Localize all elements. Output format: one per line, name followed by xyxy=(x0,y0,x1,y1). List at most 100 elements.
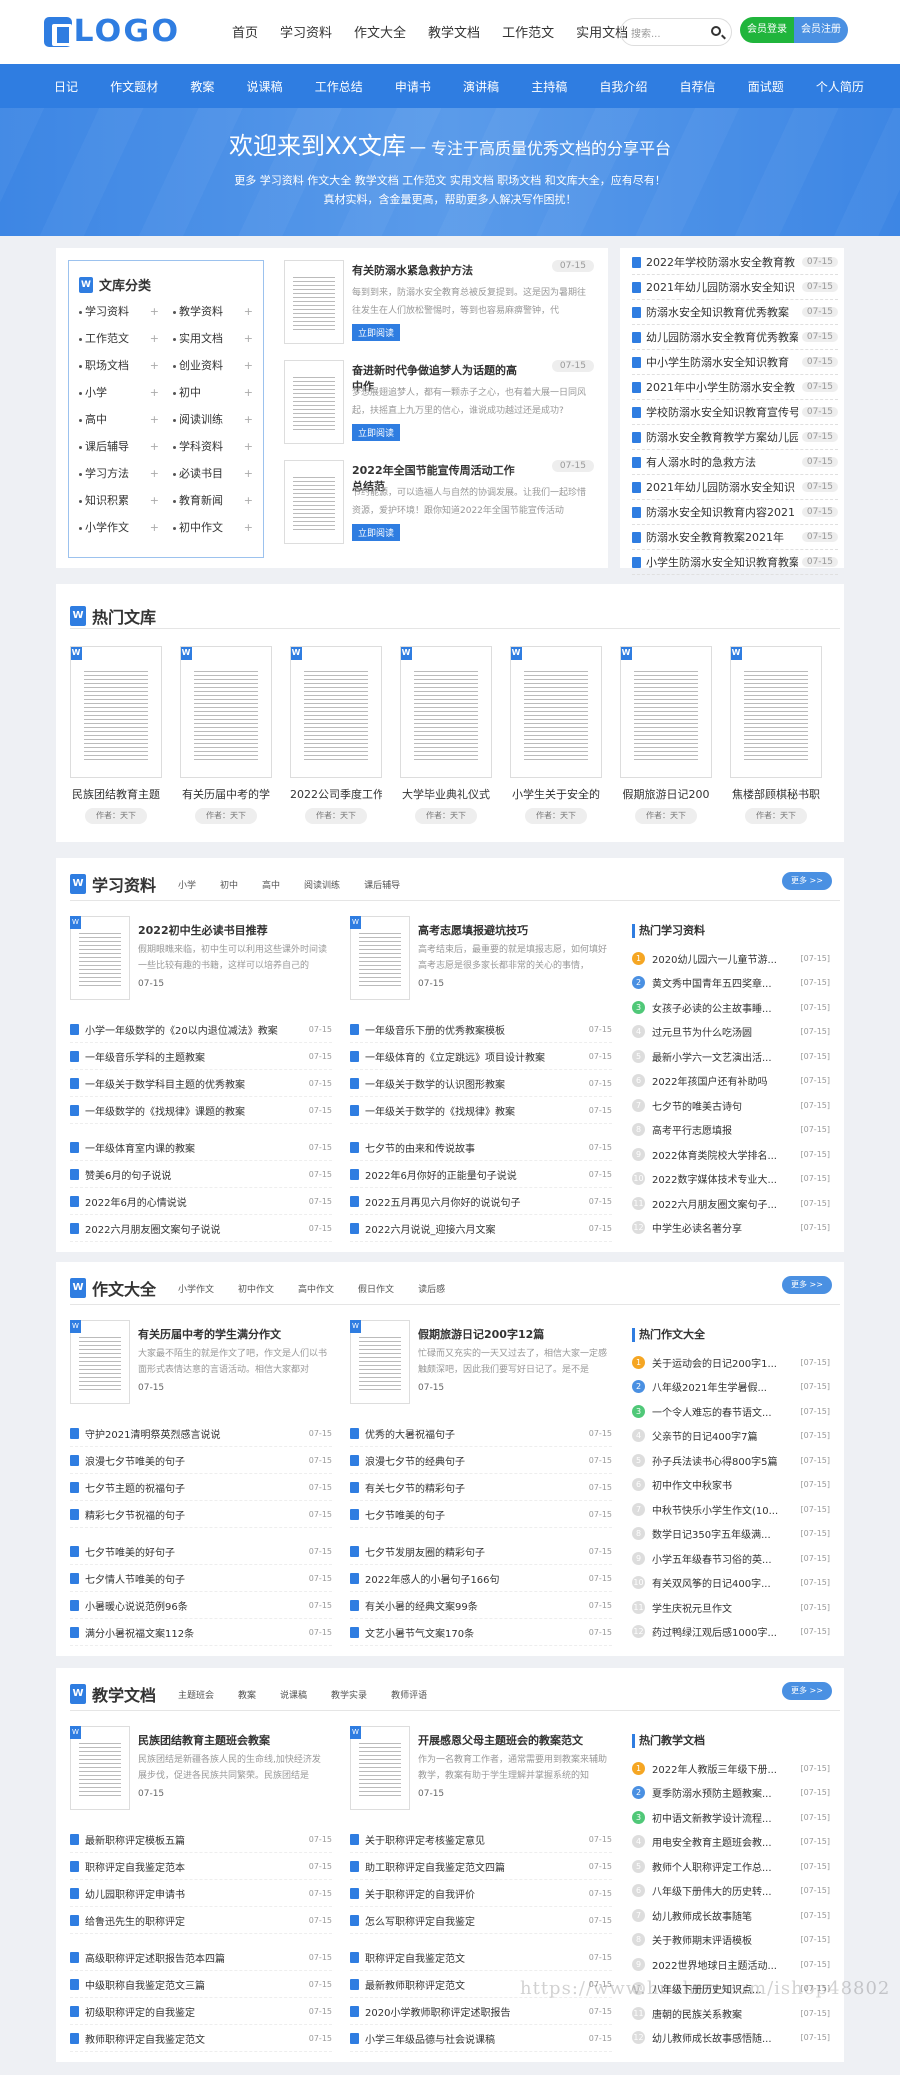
article-title[interactable]: 守护2021清明祭英烈感言说说 xyxy=(85,1426,309,1441)
nav-item[interactable]: 作文大全 xyxy=(354,22,406,41)
hot-library-title[interactable]: 假期旅游日记200 xyxy=(620,786,712,802)
article-item[interactable]: 守护2021清明祭英烈感言说说 07-15 xyxy=(70,1420,332,1447)
section-tab[interactable]: 教案 xyxy=(238,1688,256,1701)
category-item[interactable]: 小学 + xyxy=(79,385,159,401)
article-title[interactable]: 2022年6月你好的正能量句子说说 xyxy=(365,1167,589,1182)
login-button[interactable]: 会员登录 xyxy=(740,17,794,43)
hot-ranking-title-text[interactable]: 夏季防溺水预防主题教案... xyxy=(652,1785,801,1800)
category-link[interactable]: 主持稿 xyxy=(531,78,567,95)
article-title[interactable]: 一年级关于数学科目主题的优秀教案 xyxy=(85,1076,309,1091)
section-tab[interactable]: 读后感 xyxy=(418,1282,445,1295)
hot-library-title[interactable]: 有关历届中考的学 xyxy=(180,786,272,802)
hot-ranking-title-text[interactable]: 2022体育类院校大学排名... xyxy=(652,1147,801,1162)
latest-item[interactable]: 2021年幼儿园防溺水安全知识 07-15 xyxy=(632,475,838,500)
section-tab[interactable]: 说课稿 xyxy=(280,1688,307,1701)
more-button[interactable]: 更多 >> xyxy=(782,1682,832,1700)
document-thumbnail[interactable]: W xyxy=(510,646,602,778)
hot-ranking-title-text[interactable]: 幼儿教师成长故事随笔 xyxy=(652,1908,801,1923)
hot-ranking-item[interactable]: 3 一个令人难忘的春节语文... [07-15] xyxy=(632,1399,830,1424)
hot-library-item[interactable]: W 焦楼部顾棋秘书职 作者：天下 xyxy=(730,646,822,824)
article-title[interactable]: 教师职称评定自我鉴定范文 xyxy=(85,2031,309,2046)
hot-ranking-title-text[interactable]: 初中作文中秋家书 xyxy=(652,1477,801,1492)
document-thumbnail[interactable]: W xyxy=(290,646,382,778)
article-item[interactable]: 七夕节唯美的句子 07-15 xyxy=(350,1501,612,1528)
article-item[interactable]: 助工职称评定自我鉴定范文四篇 07-15 xyxy=(350,1853,612,1880)
category-link[interactable]: 面试题 xyxy=(748,78,784,95)
article-item[interactable]: 文艺小暑节气文案170条 07-15 xyxy=(350,1619,612,1646)
section-tab[interactable]: 教学实录 xyxy=(331,1688,367,1701)
site-logo[interactable]: LOGO xyxy=(44,14,178,49)
article-title[interactable]: 关于职称评定考核鉴定意见 xyxy=(365,1832,589,1847)
category-link[interactable]: 自我介绍 xyxy=(599,78,647,95)
article-title[interactable]: 赞美6月的句子说说 xyxy=(85,1167,309,1182)
article-title[interactable]: 中级职称自我鉴定范文三篇 xyxy=(85,1977,309,1992)
hot-ranking-item[interactable]: 8 数学日记350字五年级满... [07-15] xyxy=(632,1522,830,1547)
article-item[interactable]: 赞美6月的句子说说 07-15 xyxy=(70,1161,332,1188)
latest-item[interactable]: 防溺水安全教育教学方案幼儿园 07-15 xyxy=(632,425,838,450)
article-title[interactable]: 小暑暖心说说范例96条 xyxy=(85,1598,309,1613)
hot-library-item[interactable]: W 假期旅游日记200 作者：天下 xyxy=(620,646,712,824)
article-title[interactable]: 2022五月再见六月你好的说说句子 xyxy=(365,1194,589,1209)
article-item[interactable]: 小学一年级数学的《20以内退位减法》教案 07-15 xyxy=(70,1016,332,1043)
latest-item-title[interactable]: 小学生防溺水安全知识教育教案 xyxy=(646,554,798,570)
hot-ranking-item[interactable]: 1 2022年人教版三年级下册... [07-15] xyxy=(632,1756,830,1781)
article-title[interactable]: 七夕节唯美的句子 xyxy=(365,1507,589,1522)
hot-ranking-item[interactable]: 8 关于教师期末评语模板 [07-15] xyxy=(632,1928,830,1953)
article-title[interactable]: 七夕节唯美的好句子 xyxy=(85,1544,309,1559)
article-item[interactable]: 七夕节主题的祝福句子 07-15 xyxy=(70,1474,332,1501)
article-item[interactable]: 七夕节唯美的好句子 07-15 xyxy=(70,1538,332,1565)
latest-item-title[interactable]: 有人溺水时的急救方法 xyxy=(646,454,798,470)
latest-item-title[interactable]: 2022年学校防溺水安全教育教 xyxy=(646,254,798,270)
hot-ranking-title-text[interactable]: 2022年人教版三年级下册... xyxy=(652,1761,801,1776)
category-item[interactable]: 学习方法 + xyxy=(79,466,159,482)
category-item[interactable]: 阅读训练 + xyxy=(173,412,253,428)
hot-ranking-title-text[interactable]: 八年级2021年生学暑假... xyxy=(652,1379,801,1394)
search-input[interactable]: 搜索... xyxy=(620,18,732,46)
hot-ranking-title-text[interactable]: 数学日记350字五年级满... xyxy=(652,1526,801,1541)
article-item[interactable]: 七夕节发朋友圈的精彩句子 07-15 xyxy=(350,1538,612,1565)
article-title[interactable]: 2022年感人的小暑句子166句 xyxy=(365,1571,589,1586)
hot-ranking-item[interactable]: 9 2022体育类院校大学排名... [07-15] xyxy=(632,1142,830,1167)
hot-ranking-title-text[interactable]: 黄文秀中国青年五四奖章... xyxy=(652,975,801,990)
hot-ranking-title-text[interactable]: 唐朝的民族关系教案 xyxy=(652,2006,801,2021)
hot-ranking-item[interactable]: 1 关于运动会的日记200字1... [07-15] xyxy=(632,1350,830,1375)
latest-item[interactable]: 中小学生防溺水安全知识教育 07-15 xyxy=(632,350,838,375)
article-title[interactable]: 七夕节的由来和传说故事 xyxy=(365,1140,589,1155)
hot-library-item[interactable]: W 有关历届中考的学 作者：天下 xyxy=(180,646,272,824)
lead-title[interactable]: 民族团结教育主题班会教案 xyxy=(138,1732,270,1748)
article-item[interactable]: 有关七夕节的精彩句子 07-15 xyxy=(350,1474,612,1501)
lead-item[interactable]: W 2022初中生必读书目推荐 假期眼瞧来临，初中生可以利用这些课外时间读一些比较有… xyxy=(70,916,330,1006)
latest-item[interactable]: 2021年中小学生防溺水安全教 07-15 xyxy=(632,375,838,400)
hot-library-item[interactable]: W 民族团结教育主题 作者：天下 xyxy=(70,646,162,824)
more-button[interactable]: 更多 >> xyxy=(782,872,832,890)
article-item[interactable]: 给鲁迅先生的职称评定 07-15 xyxy=(70,1907,332,1934)
category-item[interactable]: 初中 + xyxy=(173,385,253,401)
section-tab[interactable]: 初中 xyxy=(220,878,238,891)
article-item[interactable]: 2020小学教师职称评定述职报告 07-15 xyxy=(350,1998,612,2025)
article-item[interactable]: 浪漫七夕节的经典句子 07-15 xyxy=(350,1447,612,1474)
hot-ranking-title-text[interactable]: 用电安全教育主题班会教... xyxy=(652,1834,801,1849)
article-item[interactable]: 中级职称自我鉴定范文三篇 07-15 xyxy=(70,1971,332,1998)
nav-item[interactable]: 工作范文 xyxy=(502,22,554,41)
category-link[interactable]: 申请书 xyxy=(395,78,431,95)
section-tab[interactable]: 阅读训练 xyxy=(304,878,340,891)
latest-item[interactable]: 防溺水安全知识教育内容2021 07-15 xyxy=(632,500,838,525)
latest-item-title[interactable]: 2021年中小学生防溺水安全教 xyxy=(646,379,798,395)
section-tab[interactable]: 小学 xyxy=(178,878,196,891)
category-item[interactable]: 工作范文 + xyxy=(79,331,159,347)
hot-library-title[interactable]: 小学生关于安全的 xyxy=(510,786,602,802)
register-button[interactable]: 会员注册 xyxy=(794,17,848,43)
hot-ranking-item[interactable]: 2 黄文秀中国青年五四奖章... [07-15] xyxy=(632,971,830,996)
latest-item[interactable]: 有人溺水时的急救方法 07-15 xyxy=(632,450,838,475)
hot-library-item[interactable]: W 大学毕业典礼仪式 作者：天下 xyxy=(400,646,492,824)
hot-ranking-title-text[interactable]: 2022世界地球日主题活动... xyxy=(652,1957,801,1972)
article-title[interactable]: 七夕节发朋友圈的精彩句子 xyxy=(365,1544,589,1559)
article-title[interactable]: 初级职称评定的自我鉴定 xyxy=(85,2004,309,2019)
hot-ranking-title-text[interactable]: 孙子兵法读书心得800字5篇 xyxy=(652,1453,801,1468)
article-title[interactable]: 七夕情人节唯美的句子 xyxy=(85,1571,309,1586)
article-item[interactable]: 2022六月朋友圈文案句子说说 07-15 xyxy=(70,1215,332,1242)
more-button[interactable]: 更多 >> xyxy=(782,1276,832,1294)
section-tab[interactable]: 初中作文 xyxy=(238,1282,274,1295)
hot-ranking-title-text[interactable]: 过元旦节为什么吃汤圆 xyxy=(652,1024,801,1039)
lead-item[interactable]: W 有关历届中考的学生满分作文 大家最不陌生的就是作文了吧，作文是人们以书面形式表情… xyxy=(70,1320,330,1410)
